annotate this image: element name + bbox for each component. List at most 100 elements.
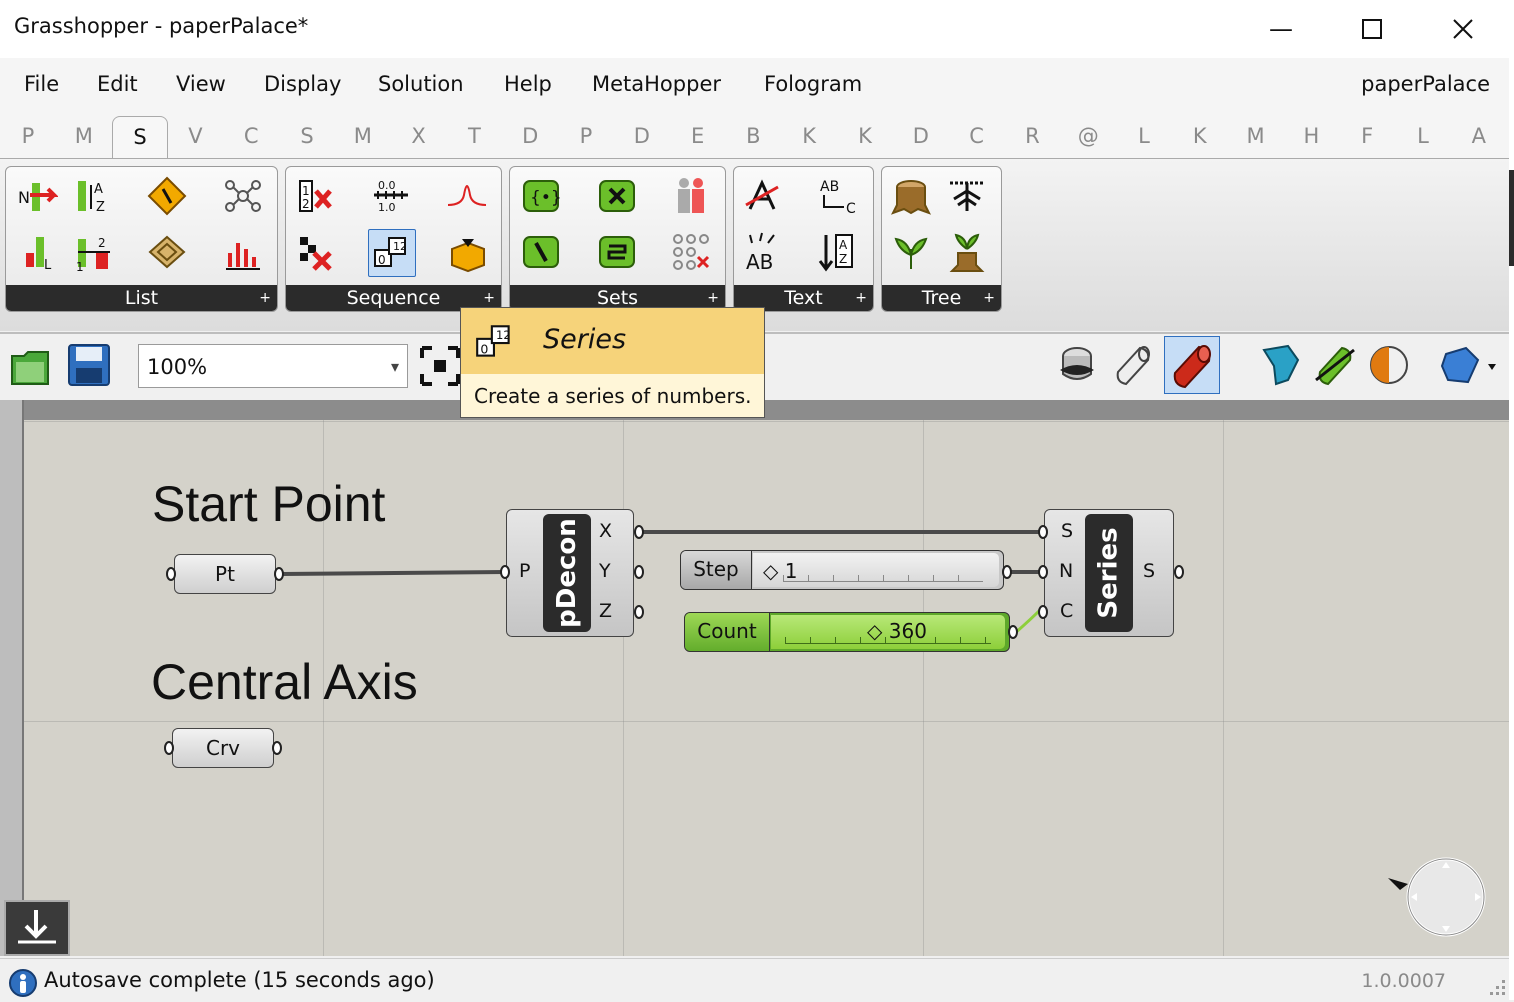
preview-selected-button[interactable] xyxy=(1258,340,1304,390)
pdecon-x-port[interactable] xyxy=(634,525,644,539)
combinations-icon[interactable] xyxy=(668,229,714,275)
step-slider-track[interactable]: ◇ 1 xyxy=(753,553,999,587)
series-n-port[interactable] xyxy=(1038,565,1048,579)
tab-23[interactable]: H xyxy=(1293,124,1329,148)
series-component[interactable]: S N C Series S xyxy=(1044,509,1174,637)
series-c-port[interactable] xyxy=(1038,605,1048,619)
zoom-extents-button[interactable] xyxy=(420,344,460,388)
weave-icon[interactable] xyxy=(144,229,190,275)
menu-display[interactable]: Display xyxy=(264,72,341,96)
shaded-preview-button[interactable] xyxy=(1164,336,1220,394)
tab-0[interactable]: P xyxy=(10,124,46,148)
duplicate-data-icon[interactable] xyxy=(444,229,490,275)
dispatch-icon[interactable] xyxy=(144,173,190,219)
sort-list-icon[interactable]: AZ xyxy=(70,173,116,219)
canvas-dock-button[interactable] xyxy=(4,900,70,956)
tab-21[interactable]: K xyxy=(1182,124,1218,148)
menu-fologram[interactable]: Fologram xyxy=(764,72,862,96)
count-slider[interactable]: Count ◇ 360 xyxy=(684,612,1010,652)
tree-graft-icon[interactable] xyxy=(888,229,934,275)
tab-25[interactable]: L xyxy=(1405,124,1441,148)
tab-15[interactable]: K xyxy=(847,124,883,148)
menu-metahopper[interactable]: MetaHopper xyxy=(592,72,721,96)
tab-6[interactable]: M xyxy=(345,124,381,148)
menu-view[interactable]: View xyxy=(176,72,226,96)
step-slider[interactable]: Step ◇ 1 xyxy=(680,550,1004,590)
tab-5[interactable]: S xyxy=(289,124,325,148)
series-s-port[interactable] xyxy=(1038,525,1048,539)
random-icon[interactable] xyxy=(444,173,490,219)
tab-22[interactable]: M xyxy=(1238,124,1274,148)
pdecon-input-port[interactable] xyxy=(500,565,510,579)
tab-11[interactable]: D xyxy=(624,124,660,148)
network-icon[interactable] xyxy=(220,173,266,219)
tab-17[interactable]: C xyxy=(959,124,995,148)
set-difference-icon[interactable] xyxy=(518,229,564,275)
pdecon-y-port[interactable] xyxy=(634,565,644,579)
tab-4[interactable]: C xyxy=(233,124,269,148)
count-slider-track[interactable]: ◇ 360 xyxy=(771,615,1005,649)
tab-9[interactable]: D xyxy=(512,124,548,148)
maximize-button[interactable] xyxy=(1337,6,1407,52)
sort-text-icon[interactable]: AZ xyxy=(814,229,860,275)
tree-prune-icon[interactable] xyxy=(944,229,990,275)
cull-index-icon[interactable]: 12 xyxy=(292,173,338,219)
cull-pattern-icon[interactable] xyxy=(292,229,338,275)
crv-input-port[interactable] xyxy=(164,741,174,755)
pdecon-z-port[interactable] xyxy=(634,605,644,619)
tree-flatten-icon[interactable] xyxy=(944,173,990,219)
zoom-dropdown[interactable]: 100% ▾ xyxy=(138,344,408,388)
point-parameter[interactable]: Pt xyxy=(174,554,276,594)
curve-parameter[interactable]: Crv xyxy=(172,728,274,768)
menu-file[interactable]: File xyxy=(24,72,59,96)
panel-tree-label[interactable]: Tree + xyxy=(882,285,1001,311)
step-output-port[interactable] xyxy=(1002,565,1012,579)
range-icon[interactable]: 0.0 1.0 xyxy=(368,173,414,219)
material-preview-button[interactable] xyxy=(1366,340,1412,390)
preview-off-button[interactable] xyxy=(1054,340,1100,390)
tab-8[interactable]: T xyxy=(456,124,492,148)
tab-18[interactable]: R xyxy=(1014,124,1050,148)
set-intersection-icon[interactable] xyxy=(594,173,640,219)
window-scrollbar[interactable] xyxy=(1509,0,1514,1000)
text-join-icon[interactable]: AB C xyxy=(814,173,860,219)
tab-24[interactable]: F xyxy=(1349,124,1385,148)
set-brackets-icon[interactable]: {•} xyxy=(518,173,564,219)
series-icon[interactable]: 0 12 xyxy=(368,229,416,277)
tab-13[interactable]: B xyxy=(735,124,771,148)
canvas-navigation-widget[interactable] xyxy=(1386,854,1490,940)
preview-mesh-button[interactable] xyxy=(1312,340,1358,390)
crv-output-port[interactable] xyxy=(272,741,282,755)
set-union-icon[interactable] xyxy=(594,229,640,275)
tab-7[interactable]: X xyxy=(401,124,437,148)
save-file-button[interactable] xyxy=(66,342,112,388)
tab-26[interactable]: A xyxy=(1461,124,1497,148)
list-length-icon[interactable]: L xyxy=(14,229,60,275)
panel-list-label[interactable]: List + xyxy=(6,285,277,311)
people-icon[interactable] xyxy=(668,173,714,219)
minimize-button[interactable]: — xyxy=(1246,6,1316,52)
tab-14[interactable]: K xyxy=(791,124,827,148)
menu-solution[interactable]: Solution xyxy=(378,72,464,96)
open-file-button[interactable] xyxy=(8,342,52,388)
tab-1[interactable]: M xyxy=(66,124,102,148)
display-options-button[interactable] xyxy=(1438,340,1502,390)
series-output-port[interactable] xyxy=(1174,565,1184,579)
info-icon[interactable] xyxy=(8,968,38,998)
tab-10[interactable]: P xyxy=(568,124,604,148)
tab-2[interactable]: S xyxy=(112,116,168,161)
pt-input-port[interactable] xyxy=(166,567,176,581)
scrollbar-thumb[interactable] xyxy=(1509,170,1514,266)
close-button[interactable] xyxy=(1428,6,1498,52)
menu-help[interactable]: Help xyxy=(504,72,552,96)
menu-edit[interactable]: Edit xyxy=(97,72,138,96)
tab-20[interactable]: L xyxy=(1126,124,1162,148)
tab-19[interactable]: @ xyxy=(1070,124,1106,148)
shift-list-icon[interactable]: 21 xyxy=(70,229,116,275)
tab-12[interactable]: E xyxy=(680,124,716,148)
list-item-icon[interactable]: N xyxy=(14,173,60,219)
histogram-icon[interactable] xyxy=(220,229,266,275)
tab-3[interactable]: V xyxy=(177,124,213,148)
tree-stump-icon[interactable] xyxy=(888,173,934,219)
resize-grip-icon[interactable] xyxy=(1488,978,1508,998)
